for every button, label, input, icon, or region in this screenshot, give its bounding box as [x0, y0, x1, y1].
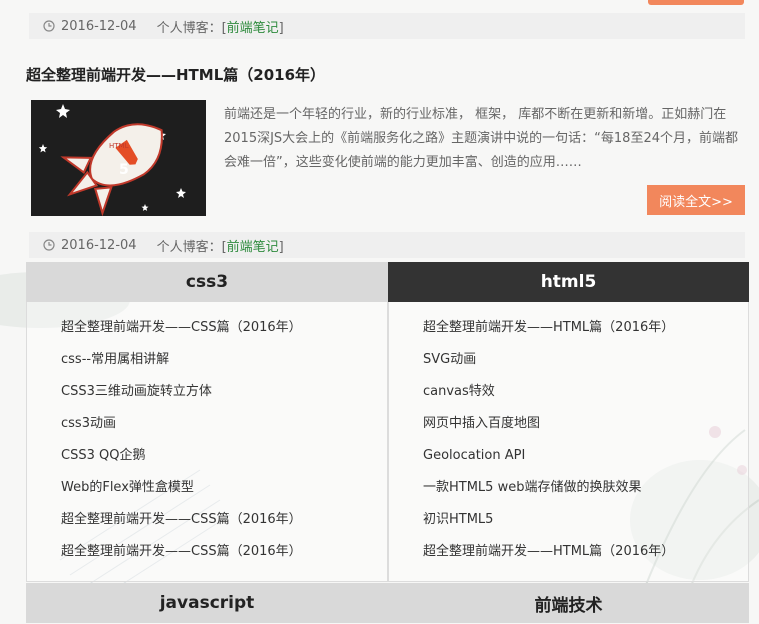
post-excerpt: 前端还是一个年轻的行业，新的行业标准， 框架， 库都不断在更新和新增。正如赫门在… — [224, 107, 738, 170]
list-item[interactable]: CSS3三维动画旋转立方体 — [61, 378, 387, 410]
list-item[interactable]: Web的Flex弹性盒模型 — [61, 474, 387, 506]
panel-css3: 超全整理前端开发——CSS篇（2016年） css--常用属相讲解 CSS3三维… — [26, 302, 388, 582]
clock-icon — [43, 20, 55, 32]
author-label: 个人博客：[前端笔记] — [156, 239, 284, 255]
post-meta-bar-previous: 2016-12-04 个人博客：[前端笔记] — [29, 13, 745, 39]
css3-article-list: 超全整理前端开发——CSS篇（2016年） css--常用属相讲解 CSS3三维… — [27, 302, 387, 570]
category-link[interactable]: 前端笔记 — [227, 240, 279, 255]
panel-header-frontend[interactable]: 前端技术 — [388, 583, 749, 623]
list-item[interactable]: 超全整理前端开发——CSS篇（2016年） — [61, 314, 387, 346]
post-date: 2016-12-04 — [61, 237, 137, 253]
post-meta-bar: 2016-12-04 个人博客：[前端笔记] — [29, 232, 745, 258]
post-thumbnail[interactable]: HTML 5 — [31, 100, 206, 217]
list-item[interactable]: SVG动画 — [423, 346, 748, 378]
list-item[interactable]: 初识HTML5 — [423, 506, 748, 538]
panel-header-css3[interactable]: css3 — [26, 262, 388, 302]
clock-icon — [43, 239, 55, 251]
html5-article-list: 超全整理前端开发——HTML篇（2016年） SVG动画 canvas特效 网页… — [389, 302, 748, 570]
html5-shield-number: 5 — [119, 162, 129, 178]
html-badge-text: HTML — [109, 142, 129, 150]
post-title[interactable]: 超全整理前端开发——HTML篇（2016年） — [26, 64, 325, 85]
list-item[interactable]: canvas特效 — [423, 378, 748, 410]
list-item[interactable]: CSS3 QQ企鹅 — [61, 442, 387, 474]
list-item[interactable]: 网页中插入百度地图 — [423, 410, 748, 442]
category-link[interactable]: 前端笔记 — [227, 21, 279, 36]
panel-header-javascript[interactable]: javascript — [26, 583, 388, 623]
list-item[interactable]: 一款HTML5 web端存储做的换肤效果 — [423, 474, 748, 506]
rocket-illustration: HTML 5 — [31, 100, 206, 217]
panel-header-html5[interactable]: html5 — [388, 262, 749, 302]
list-item[interactable]: css--常用属相讲解 — [61, 346, 387, 378]
list-item[interactable]: 超全整理前端开发——CSS篇（2016年） — [61, 538, 387, 570]
category-panels: css3 html5 超全整理前端开发——CSS篇（2016年） css--常用… — [26, 262, 749, 624]
list-item[interactable]: 超全整理前端开发——HTML篇（2016年） — [423, 314, 748, 346]
author-label: 个人博客：[前端笔记] — [156, 20, 284, 36]
list-item[interactable]: 超全整理前端开发——CSS篇（2016年） — [61, 506, 387, 538]
previous-read-more-button[interactable] — [648, 0, 744, 5]
list-item[interactable]: css3动画 — [61, 410, 387, 442]
read-more-button[interactable]: 阅读全文>> — [647, 185, 745, 215]
post-date: 2016-12-04 — [61, 18, 137, 34]
panel-html5: 超全整理前端开发——HTML篇（2016年） SVG动画 canvas特效 网页… — [388, 302, 749, 582]
list-item[interactable]: Geolocation API — [423, 442, 748, 474]
list-item[interactable]: 超全整理前端开发——HTML篇（2016年） — [423, 538, 748, 570]
